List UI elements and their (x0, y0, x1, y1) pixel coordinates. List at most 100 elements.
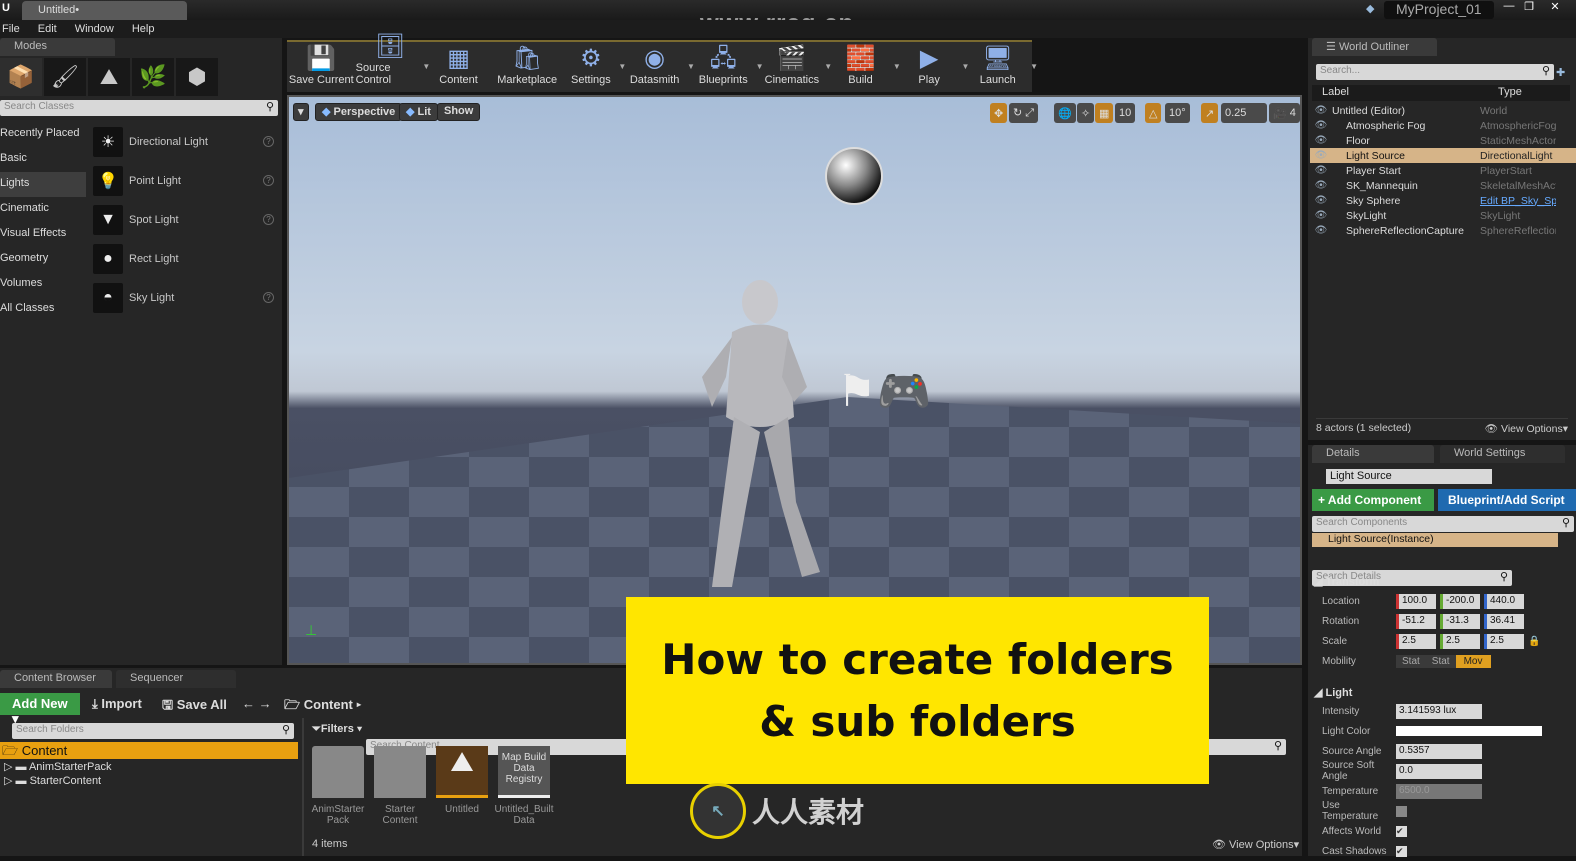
surface-snap-icon[interactable]: ✧ (1077, 103, 1095, 123)
category-cinematic[interactable]: Cinematic (0, 197, 86, 222)
help-icon[interactable]: ? (263, 292, 274, 303)
paint-mode-icon[interactable]: 🖌 (44, 58, 86, 96)
tree-item-animstarterpack[interactable]: ▷ ▬ AnimStarterPack (4, 760, 112, 773)
scale-z[interactable]: 2.5 (1484, 633, 1524, 649)
marketplace-button[interactable]: 🛍 Marketplace (493, 42, 562, 92)
foliage-mode-icon[interactable]: 🌿 (132, 58, 174, 96)
settings-button[interactable]: ⚙ Settings ▼ (562, 42, 626, 92)
category-all-classes[interactable]: All Classes (0, 297, 86, 322)
asset-untitled-map[interactable]: ⛰ Untitled (434, 746, 490, 826)
menu-file[interactable]: File (2, 20, 20, 38)
prop-label[interactable]: Light Color (1308, 726, 1396, 737)
outliner-row-selected[interactable]: 👁 Light Source DirectionalLight (1310, 148, 1576, 163)
minimize-button[interactable]: — (1500, 0, 1518, 14)
scale-snap-icon[interactable]: ↗ (1201, 103, 1219, 123)
source-soft-angle-field[interactable]: 0.0 (1396, 763, 1482, 779)
outliner-row[interactable]: 👁 Floor StaticMeshActor (1310, 133, 1576, 148)
rotate-tool-icon[interactable]: ↻ ⤢ (1009, 103, 1039, 123)
sequencer-tab[interactable]: Sequencer (116, 670, 236, 688)
rotation-x[interactable]: -51.2 (1396, 613, 1436, 629)
tree-item-startercontent[interactable]: ▷ ▬ StarterContent (4, 774, 101, 787)
menu-edit[interactable]: Edit (38, 20, 57, 38)
column-type[interactable]: Type (1498, 86, 1522, 98)
source-control-button[interactable]: 🗄 Source Control ▼ (356, 33, 431, 92)
category-visual-effects[interactable]: Visual Effects (0, 222, 86, 247)
geometry-mode-icon[interactable]: ⬢ (176, 58, 218, 96)
save-current-button[interactable]: 💾 Save Current (287, 42, 356, 92)
eye-icon[interactable]: 👁 (1310, 180, 1332, 191)
eye-icon[interactable]: 👁 (1310, 210, 1332, 221)
save-all-button[interactable]: 🖫 Save All (162, 696, 227, 718)
maximize-button[interactable]: ❐ (1520, 0, 1538, 14)
modes-tab[interactable]: Modes (0, 38, 115, 56)
world-outliner-tab[interactable]: ☰ World Outliner (1312, 38, 1437, 56)
category-volumes[interactable]: Volumes (0, 272, 86, 297)
mobility-static[interactable]: Stat (1396, 654, 1426, 668)
import-button[interactable]: ⤓ Import (92, 696, 142, 712)
outliner-row[interactable]: 👁 Atmospheric Fog AtmosphericFog (1310, 118, 1576, 133)
details-tab[interactable]: Details (1312, 445, 1434, 463)
lock-icon[interactable]: 🔒 (1528, 636, 1540, 647)
class-spot-light[interactable]: ▼ Spot Light? (88, 200, 282, 239)
search-components-input[interactable]: Search Components ⚲ (1312, 516, 1574, 532)
player-start-icon[interactable]: ⚑🎮 (837, 365, 931, 417)
breadcrumb-content[interactable]: Content (304, 697, 353, 712)
eye-icon[interactable]: 👁 (1310, 120, 1332, 131)
search-classes-input[interactable]: Search Classes ⚲ (0, 100, 278, 116)
column-label[interactable]: Label (1322, 86, 1349, 98)
outliner-row[interactable]: 👁 SphereReflectionCapture SphereReflection… (1310, 223, 1576, 238)
viewport-options-button[interactable]: ▾ (293, 103, 309, 121)
rotation-snap-icon[interactable]: △ (1145, 103, 1162, 123)
dropdown-icon[interactable]: ▼ (1030, 62, 1038, 71)
eye-icon[interactable]: 👁 (1310, 105, 1332, 116)
prop-label[interactable]: Scale (1308, 636, 1396, 647)
class-sky-light[interactable]: ◓ Sky Light? (88, 278, 282, 317)
asset-animstarterpack[interactable]: AnimStarter Pack (310, 746, 366, 826)
class-rect-light[interactable]: ● Rect Light (88, 239, 282, 278)
launch-button[interactable]: 🖥 Launch ▼ (963, 42, 1038, 92)
build-button[interactable]: 🧱 Build ▼ (826, 42, 901, 92)
actor-name-input[interactable]: Light Source (1326, 469, 1492, 484)
category-geometry[interactable]: Geometry (0, 247, 86, 272)
intensity-field[interactable]: 3.141593 lux (1396, 703, 1482, 719)
outliner-row[interactable]: 👁 Sky Sphere Edit BP_Sky_Sphere (1310, 193, 1576, 208)
cast-shadows-checkbox[interactable]: ✔ (1396, 845, 1407, 857)
prop-label[interactable]: Rotation (1308, 616, 1396, 627)
perspective-button[interactable]: ◆ Perspective (315, 103, 403, 121)
camera-speed-button[interactable]: 🎥 4 (1269, 103, 1300, 123)
asset-untitled-built-data[interactable]: Map Build Data Registry Untitled_Built Da… (495, 746, 553, 826)
mannequin-character[interactable] (682, 277, 832, 597)
datasmith-button[interactable]: ◉ Datasmith ▼ (620, 42, 695, 92)
use-temperature-checkbox[interactable] (1396, 805, 1407, 817)
add-folder-icon[interactable]: ✚ (1556, 66, 1565, 79)
outliner-row[interactable]: 👁 Untitled (Editor) World (1310, 103, 1576, 118)
cinematics-button[interactable]: 🎬 Cinematics ▼ (758, 42, 833, 92)
translate-tool-icon[interactable]: ✥ (990, 103, 1008, 123)
cb-view-options-button[interactable]: 👁 View Options▾ (1212, 838, 1299, 851)
grid-snap-value[interactable]: 10 (1115, 103, 1136, 123)
eye-icon[interactable]: 👁 (1310, 225, 1332, 236)
location-y[interactable]: -200.0 (1440, 593, 1480, 609)
class-point-light[interactable]: 💡 Point Light? (88, 161, 282, 200)
outliner-row[interactable]: 👁 Player Start PlayerStart (1310, 163, 1576, 178)
add-component-button[interactable]: + Add Component (1312, 489, 1434, 511)
outliner-search-input[interactable]: Search... ⚲ (1316, 64, 1554, 80)
directional-light-sprite[interactable] (825, 147, 883, 205)
scale-snap-value[interactable]: 0.25 (1221, 103, 1267, 123)
affects-world-checkbox[interactable]: ✔ (1396, 825, 1407, 837)
landscape-mode-icon[interactable]: ⛰ (88, 58, 130, 96)
asset-startercontent[interactable]: Starter Content (372, 746, 428, 826)
category-lights[interactable]: Lights (0, 172, 86, 197)
light-color-swatch[interactable] (1396, 726, 1542, 736)
transform-section-header[interactable]: ◢ Transform (1314, 575, 1379, 588)
help-icon[interactable]: ? (263, 214, 274, 225)
menu-help[interactable]: Help (132, 20, 155, 38)
splitter[interactable] (302, 718, 304, 856)
content-button[interactable]: ▦ Content (424, 42, 493, 92)
rotation-snap-value[interactable]: 10° (1165, 103, 1190, 123)
category-recently-placed[interactable]: Recently Placed (0, 122, 86, 147)
scale-y[interactable]: 2.5 (1440, 633, 1480, 649)
source-angle-field[interactable]: 0.5357 (1396, 743, 1482, 759)
category-basic[interactable]: Basic (0, 147, 86, 172)
outliner-row[interactable]: 👁 SK_Mannequin SkeletalMeshActor (1310, 178, 1576, 193)
